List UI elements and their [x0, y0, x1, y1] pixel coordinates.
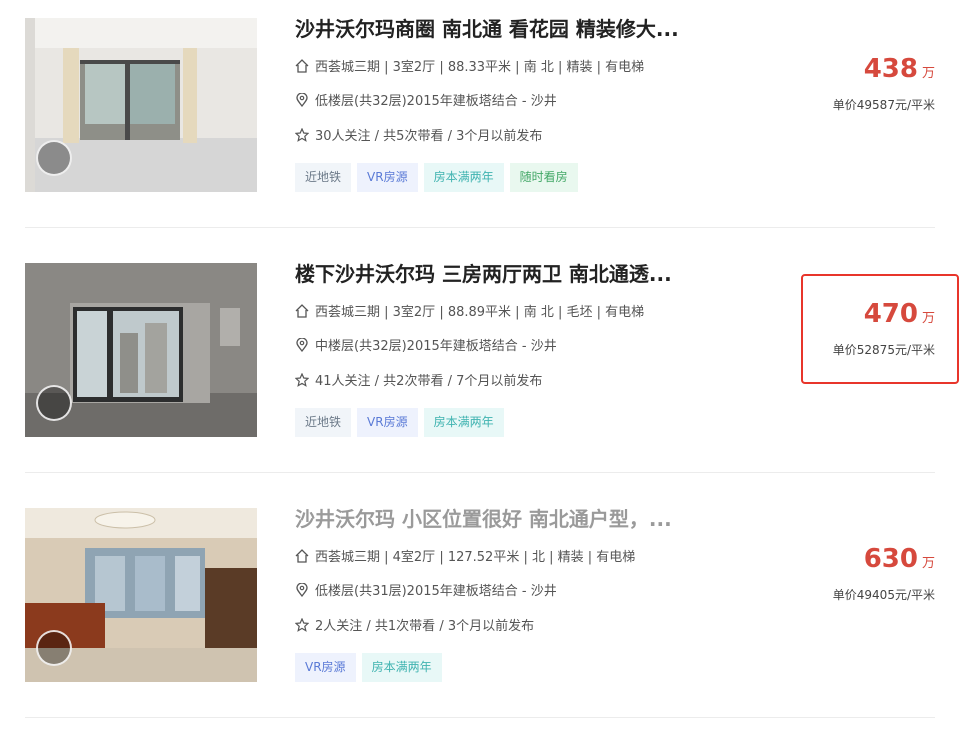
tag-vr: VR房源	[357, 163, 418, 192]
listing-title-1[interactable]: 沙井沃尔玛商圈 南北通 看花园 精装修大...	[295, 16, 785, 42]
listing-card-3[interactable]: 沙井沃尔玛 小区位置很好 南北通户型，... 西荟城三期 | 4室2厅 | 12…	[25, 506, 935, 682]
price-value: 438	[863, 54, 918, 84]
tag-list-1: 近地铁 VR房源 房本满两年 随时看房	[295, 163, 584, 192]
follow-info-text: 2人关注 / 共1次带看 / 3个月以前发布	[315, 619, 535, 634]
tag-vr: VR房源	[357, 408, 418, 437]
tag-vr: VR房源	[295, 653, 356, 682]
listing-floor-info-3: 低楼层(共31层)2015年建板塔结合 - 沙井	[295, 583, 557, 601]
price-value: 630	[863, 544, 918, 574]
house-icon	[295, 304, 309, 318]
listing-floor-info-1: 低楼层(共32层)2015年建板塔结合 - 沙井	[295, 93, 557, 111]
listing-house-info-2: 西荟城三期 | 3室2厅 | 88.89平米 | 南 北 | 毛坯 | 有电梯	[295, 304, 644, 322]
floor-info-text: 中楼层(共32层)2015年建板塔结合 - 沙井	[315, 339, 557, 354]
tag-list-2: 近地铁 VR房源 房本满两年	[295, 408, 510, 437]
listing-photo-1[interactable]	[25, 18, 257, 192]
price-unit: 万	[921, 66, 935, 81]
location-pin-icon	[296, 338, 308, 352]
listing-title-2[interactable]: 楼下沙井沃尔玛 三房两厅两卫 南北通透...	[295, 261, 785, 287]
star-icon	[295, 128, 309, 142]
floor-info-text: 低楼层(共31层)2015年建板塔结合 - 沙井	[315, 584, 557, 599]
location-pin-icon	[296, 93, 308, 107]
floor-info-text: 低楼层(共32层)2015年建板塔结合 - 沙井	[315, 94, 557, 109]
total-price-3: 630 万	[864, 544, 935, 574]
total-price-1: 438 万	[864, 54, 935, 84]
tag-near-subway: 近地铁	[295, 408, 352, 437]
vr-badge-icon	[36, 385, 72, 421]
follow-info-text: 41人关注 / 共2次带看 / 7个月以前发布	[315, 374, 543, 389]
listing-house-info-3: 西荟城三期 | 4室2厅 | 127.52平米 | 北 | 精装 | 有电梯	[295, 549, 635, 567]
location-pin-icon	[296, 583, 308, 597]
star-icon	[295, 373, 309, 387]
listing-title-3[interactable]: 沙井沃尔玛 小区位置很好 南北通户型，...	[295, 506, 785, 532]
divider	[25, 227, 935, 228]
divider	[25, 717, 935, 718]
divider	[25, 472, 935, 473]
listing-floor-info-2: 中楼层(共32层)2015年建板塔结合 - 沙井	[295, 338, 557, 356]
listing-follow-info-1: 30人关注 / 共5次带看 / 3个月以前发布	[295, 128, 542, 146]
star-icon	[295, 618, 309, 632]
house-info-text: 西荟城三期 | 3室2厅 | 88.33平米 | 南 北 | 精装 | 有电梯	[315, 60, 645, 75]
price-unit: 万	[921, 556, 935, 571]
tag-two-years: 房本满两年	[361, 653, 442, 682]
listing-follow-info-3: 2人关注 / 共1次带看 / 3个月以前发布	[295, 618, 534, 636]
vr-badge-icon	[36, 140, 72, 176]
listing-photo-2[interactable]	[25, 263, 257, 437]
house-info-text: 西荟城三期 | 3室2厅 | 88.89平米 | 南 北 | 毛坯 | 有电梯	[315, 305, 645, 320]
house-icon	[295, 59, 309, 73]
listing-follow-info-2: 41人关注 / 共2次带看 / 7个月以前发布	[295, 373, 542, 391]
listing-photo-3[interactable]	[25, 508, 257, 682]
tag-two-years: 房本满两年	[423, 163, 504, 192]
tag-list-3: VR房源 房本满两年	[295, 653, 448, 682]
unit-price-1: 单价49587元/平米	[832, 98, 935, 112]
tag-anytime-viewing: 随时看房	[509, 163, 578, 192]
house-info-text: 西荟城三期 | 4室2厅 | 127.52平米 | 北 | 精装 | 有电梯	[315, 550, 636, 565]
listing-house-info-1: 西荟城三期 | 3室2厅 | 88.33平米 | 南 北 | 精装 | 有电梯	[295, 59, 644, 77]
listing-card-2[interactable]: 楼下沙井沃尔玛 三房两厅两卫 南北通透... 西荟城三期 | 3室2厅 | 88…	[25, 261, 935, 437]
follow-info-text: 30人关注 / 共5次带看 / 3个月以前发布	[315, 129, 543, 144]
price-highlight-box	[801, 274, 959, 384]
listing-card-1[interactable]: 沙井沃尔玛商圈 南北通 看花园 精装修大... 西荟城三期 | 3室2厅 | 8…	[25, 16, 935, 192]
vr-badge-icon	[36, 630, 72, 666]
tag-two-years: 房本满两年	[423, 408, 504, 437]
unit-price-3: 单价49405元/平米	[832, 588, 935, 602]
tag-near-subway: 近地铁	[295, 163, 352, 192]
house-icon	[295, 549, 309, 563]
